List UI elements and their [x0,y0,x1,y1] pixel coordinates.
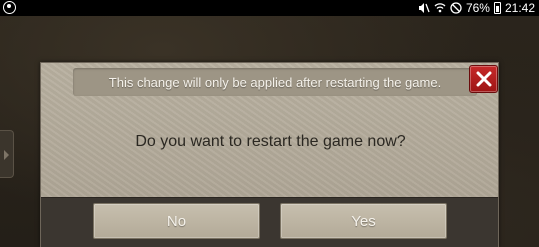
notice-text: This change will only be applied after r… [108,74,442,90]
restart-dialog: This change will only be applied after r… [40,62,499,247]
mute-icon [418,2,430,14]
notification-icon [3,1,16,14]
do-not-disturb-icon [450,2,462,14]
notice-banner: This change will only be applied after r… [73,68,477,96]
no-button[interactable]: No [93,203,260,239]
wifi-icon [434,2,446,14]
dialog-question: Do you want to restart the game now? [135,133,406,150]
yes-button-label: Yes [351,212,376,230]
status-bar: 76% 21:42 [0,0,539,16]
battery-percent: 76% [465,1,490,15]
yes-button[interactable]: Yes [280,203,447,239]
close-button[interactable] [469,65,498,93]
side-panel-handle[interactable] [0,130,14,178]
battery-icon [493,2,501,14]
close-icon [476,71,492,87]
clock: 21:42 [504,1,535,15]
status-icons: 76% 21:42 [418,1,535,15]
no-button-label: No [166,212,187,230]
dialog-footer: No Yes [41,197,498,247]
